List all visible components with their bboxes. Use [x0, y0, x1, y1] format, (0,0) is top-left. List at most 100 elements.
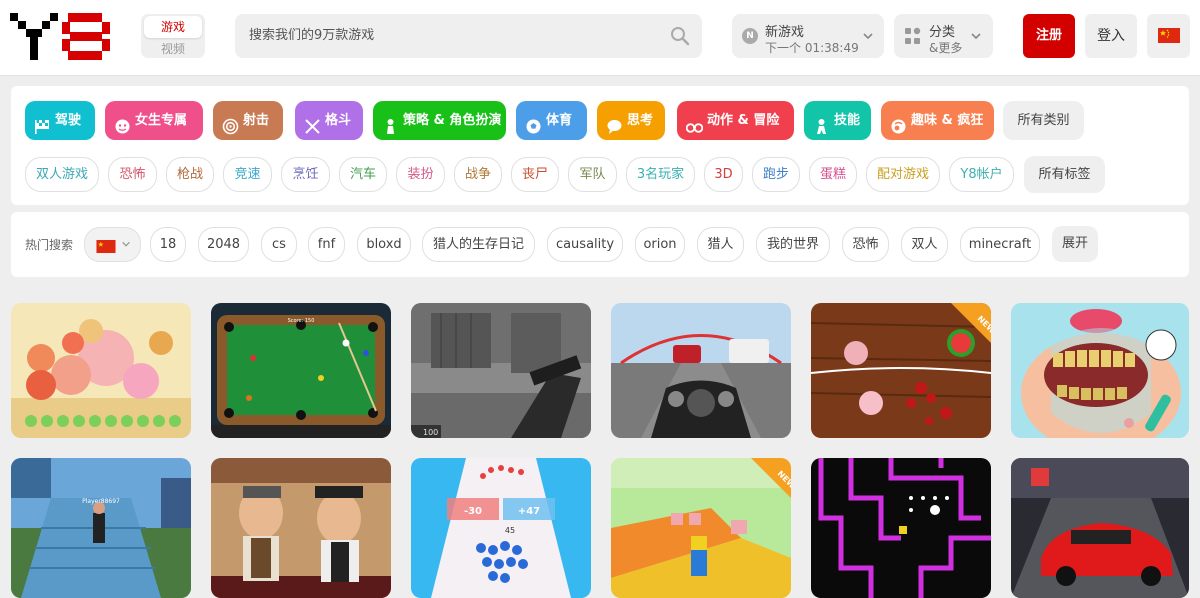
language-button[interactable] [1147, 14, 1190, 58]
game-tile[interactable]: Player88697 [11, 458, 191, 598]
game-tile[interactable]: 100 [411, 303, 591, 438]
tag-chip[interactable]: 丧尸 [511, 157, 559, 192]
billiards-thumbnail: Score: 150 [211, 303, 391, 438]
category-chip[interactable]: 动作 & 冒险 [677, 101, 794, 140]
fruit-slice-thumbnail: NEW [811, 303, 991, 438]
hot-search-chip[interactable]: 双人 [901, 227, 948, 262]
grid-icon [904, 27, 922, 49]
tag-chip[interactable]: 恐怖 [108, 157, 157, 192]
category-chip[interactable]: 思考 [597, 101, 665, 140]
tag-chip[interactable]: Y8帐户 [949, 157, 1014, 192]
gate-plus-label: +47 [518, 506, 540, 517]
hot-search-chip[interactable]: 我的世界 [756, 227, 830, 262]
category-chip[interactable]: 射击 [213, 101, 283, 140]
tag-chip[interactable]: 配对游戏 [866, 157, 940, 192]
game-tile[interactable] [1011, 303, 1189, 438]
tag-chip[interactable]: 双人游戏 [25, 157, 99, 192]
search-box[interactable]: 搜索我们的9万款游戏 [235, 14, 702, 58]
fruit-merge-thumbnail [11, 303, 191, 438]
category-chip[interactable]: 体育 [516, 101, 587, 140]
category-chip[interactable]: 技能 [804, 101, 871, 140]
tag-chip[interactable]: 竞速 [223, 157, 272, 192]
hot-search-chip[interactable]: 猎人的生存日记 [422, 227, 535, 262]
tag-chip[interactable]: 3D [704, 157, 743, 192]
all-categories-button[interactable]: 所有类别 [1003, 101, 1084, 140]
china-flag-icon [1158, 28, 1180, 47]
hot-search-chip[interactable]: 恐怖 [842, 227, 889, 262]
hot-search-chip[interactable]: cs [261, 227, 297, 262]
category-label: 思考 [627, 113, 654, 128]
nav-video-button[interactable]: 视频 [141, 40, 205, 57]
search-input[interactable]: 搜索我们的9万款游戏 [249, 14, 374, 58]
binoculars-icon [685, 112, 704, 133]
nav-game-button[interactable]: 游戏 [144, 16, 202, 38]
hot-search-chip[interactable]: fnf [308, 227, 345, 262]
game-tile[interactable] [811, 458, 991, 598]
login-button[interactable]: 登入 [1085, 14, 1137, 58]
dentist-thumbnail [1011, 303, 1189, 438]
hot-search-chip[interactable]: causality [547, 227, 623, 262]
game-tile[interactable]: Score: 150 [211, 303, 391, 438]
tag-chip[interactable]: 蛋糕 [809, 157, 857, 192]
ball-icon [525, 112, 542, 134]
crowd-count: 45 [505, 526, 515, 535]
chess-icon [382, 112, 399, 134]
game-video-switch: 游戏 视频 [141, 14, 205, 58]
category-chip[interactable]: 驾驶 [25, 101, 95, 140]
tag-chip[interactable]: 枪战 [166, 157, 214, 192]
hot-search-chip[interactable]: 2048 [198, 227, 249, 262]
category-label: 女生专属 [135, 113, 188, 128]
hot-search-chip[interactable]: bloxd [357, 227, 411, 262]
category-label: 技能 [834, 113, 861, 128]
hot-search-chip[interactable]: 猎人 [697, 227, 744, 262]
chevron-down-icon [863, 33, 873, 40]
moto-racer-thumbnail [611, 303, 791, 438]
fps-shooter-thumbnail: 100 [411, 303, 591, 438]
expand-button[interactable]: 展开 [1052, 226, 1098, 262]
categories-dropdown[interactable]: 分类 &更多 [894, 14, 993, 58]
category-chip[interactable]: 策略 & 角色扮演 [373, 101, 506, 140]
hot-search-chip[interactable]: minecraft [960, 227, 1040, 262]
game-tile[interactable]: NEW [611, 458, 791, 598]
game-tile[interactable] [11, 303, 191, 438]
speech-icon [606, 112, 623, 134]
game-tile[interactable] [611, 303, 791, 438]
register-button[interactable]: 注册 [1023, 14, 1075, 58]
tag-chip[interactable]: 汽车 [339, 157, 387, 192]
category-label: 体育 [546, 113, 573, 128]
obby-3d-thumbnail: NEW [611, 458, 791, 598]
tag-chip[interactable]: 3名玩家 [626, 157, 695, 192]
tag-chip[interactable]: 跑步 [752, 157, 800, 192]
search-icon[interactable] [670, 26, 690, 50]
game-tile[interactable] [211, 458, 391, 598]
category-chip[interactable]: 趣味 & 疯狂 [881, 101, 994, 140]
flag-icon [34, 112, 51, 134]
tag-chip[interactable]: 军队 [568, 157, 617, 192]
crazy-icon [890, 112, 907, 134]
tag-chip[interactable]: 烹饪 [281, 157, 330, 192]
hot-search-chip[interactable]: 18 [150, 227, 186, 262]
tag-chip[interactable]: 装扮 [396, 157, 445, 192]
category-chip[interactable]: 格斗 [295, 101, 363, 140]
category-label: 驾驶 [55, 113, 82, 128]
categories-subtitle: &更多 [929, 41, 963, 55]
swords-icon [304, 112, 321, 134]
all-tags-button[interactable]: 所有标签 [1024, 156, 1105, 193]
game-tile[interactable]: -30 +47 45 [411, 458, 591, 598]
tag-chip[interactable]: 战争 [454, 157, 502, 192]
hot-search-chip[interactable]: orion [635, 227, 685, 262]
neon-maze-thumbnail [811, 458, 991, 598]
pool-score: Score: 150 [288, 318, 315, 324]
y8-logo[interactable] [10, 13, 112, 60]
new-games-dropdown[interactable]: N 新游戏 下一个 01:38:49 [732, 14, 884, 58]
category-label: 策略 & 角色扮演 [403, 113, 502, 128]
category-chip[interactable]: 女生专属 [105, 101, 203, 140]
game-tile[interactable] [1011, 458, 1189, 598]
new-games-countdown: 下一个 01:38:49 [765, 41, 859, 55]
game-tile[interactable]: NEW [811, 303, 991, 438]
new-badge-icon: N [742, 28, 758, 44]
category-label: 趣味 & 疯狂 [911, 113, 984, 128]
region-selector[interactable] [84, 227, 141, 262]
hot-search-label: 热门搜索 [25, 238, 74, 252]
shooter-ammo: 100 [423, 428, 438, 437]
